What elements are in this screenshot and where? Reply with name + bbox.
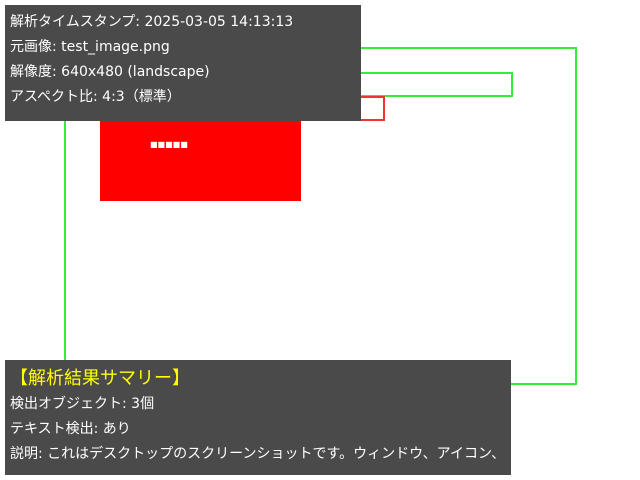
image-aspect-ratio: アスペクト比: 4:3（標準） bbox=[10, 89, 181, 105]
summary-text-detected: テキスト検出: あり bbox=[10, 421, 131, 437]
source-image-name: 元画像: test_image.png bbox=[10, 39, 170, 55]
analysis-info-panel: 解析タイムスタンプ: 2025-03-05 14:13:13 元画像: test… bbox=[5, 5, 361, 121]
analysis-timestamp: 解析タイムスタンプ: 2025-03-05 14:13:13 bbox=[10, 14, 294, 30]
detection-red-region: ■■■■■ bbox=[100, 108, 301, 201]
summary-title: 【解析結果サマリー】 bbox=[10, 368, 190, 389]
annotated-screenshot: ■■■■■ 解析タイムスタンプ: 2025-03-05 14:13:13 元画像… bbox=[0, 0, 640, 480]
image-resolution: 解像度: 640x480 (landscape) bbox=[10, 64, 210, 80]
summary-description: 説明: これはデスクトップのスクリーンショットです。ウィンドウ、アイコン、 bbox=[10, 446, 506, 462]
summary-object-count: 検出オブジェクト: 3個 bbox=[10, 396, 155, 412]
red-region-label: ■■■■■ bbox=[150, 140, 188, 149]
analysis-summary-panel: 【解析結果サマリー】 検出オブジェクト: 3個 テキスト検出: あり 説明: こ… bbox=[5, 360, 511, 475]
